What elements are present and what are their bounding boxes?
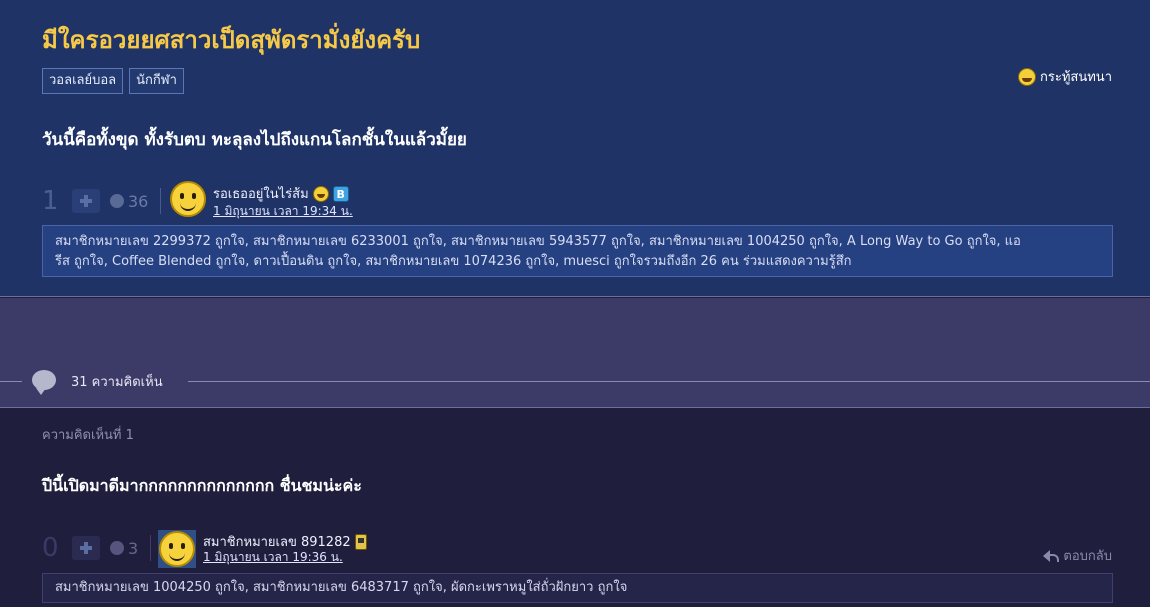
laughing-emoji-icon	[312, 185, 329, 202]
likes-line: รีส ถูกใจ, Coffee Blended ถูกใจ, ดาวเปื้…	[55, 254, 852, 269]
likes-line: สมาชิกหมายเลข 1004250 ถูกใจ, สมาชิกหมายเ…	[55, 580, 628, 595]
reply-label: ตอบกลับ	[1063, 549, 1112, 564]
vote-count: 1	[42, 186, 59, 216]
reaction-count[interactable]: 36	[110, 192, 148, 211]
speech-bubble-icon	[32, 370, 56, 395]
reaction-number: 3	[128, 538, 139, 558]
reply-arrow-icon	[1043, 549, 1060, 562]
reply-button[interactable]: ตอบกลับ	[1043, 545, 1112, 566]
likes-line: สมาชิกหมายเลข 2299372 ถูกใจ, สมาชิกหมายเ…	[55, 234, 1021, 249]
topic-author: รอเธออยู่ในไร่ส้ม B	[213, 183, 349, 204]
laughing-emoji-icon	[1018, 67, 1037, 86]
emotion-icon	[110, 194, 124, 208]
comments-count-bar: 31 ความคิดเห็น	[0, 370, 1150, 395]
divider	[150, 535, 152, 561]
topic-type: กระทู้สนทนา	[1018, 66, 1112, 87]
author-name[interactable]: รอเธออยู่ในไร่ส้ม	[213, 183, 309, 204]
post-date[interactable]: 1 มิถุนายน เวลา 19:34 น.	[213, 202, 353, 221]
topic-body: วันนี้คือทั้งขุด ทั้งรับตบ ทะลุลงไปถึงแก…	[42, 130, 467, 150]
avatar[interactable]	[159, 531, 195, 567]
comment-number: ความคิดเห็นที่ 1	[42, 428, 134, 443]
comments-count: 31 ความคิดเห็น	[71, 375, 163, 390]
vote-count: 0	[42, 533, 59, 563]
emotion-icon	[110, 541, 124, 555]
blog-badge-icon[interactable]: B	[332, 185, 349, 202]
divider	[188, 381, 1150, 382]
reaction-number: 36	[128, 191, 149, 211]
comment-vote: 0 3	[42, 533, 152, 563]
plus-vote-button[interactable]	[72, 189, 100, 213]
comment-likes-list: สมาชิกหมายเลข 1004250 ถูกใจ, สมาชิกหมายเ…	[42, 573, 1113, 603]
topic-panel: มีใครอวยยศสาวเป็ดสุพัดรามั่งยังครับ วอลเ…	[0, 0, 1150, 297]
comment-text: ปีนี้เปิดมาดีมากกกกกกกกกกกกกก ชื่นชมน่ะค…	[42, 476, 362, 495]
avatar[interactable]	[170, 181, 206, 217]
topic-type-label: กระทู้สนทนา	[1040, 70, 1112, 85]
mobile-badge-icon	[354, 533, 367, 550]
tag-volleyball[interactable]: วอลเลย์บอล	[42, 68, 124, 94]
topic-title: มีใครอวยยศสาวเป็ดสุพัดรามั่งยังครับ	[42, 26, 421, 54]
tag-athlete[interactable]: นักกีฬา	[129, 68, 184, 94]
plus-vote-button[interactable]	[72, 536, 100, 560]
topic-vote: 1 36	[42, 186, 162, 216]
divider	[160, 188, 162, 214]
topic-tags: วอลเลย์บอล นักกีฬา	[42, 68, 184, 94]
reaction-count[interactable]: 3	[110, 539, 138, 558]
divider	[0, 381, 22, 382]
likes-list: สมาชิกหมายเลข 2299372 ถูกใจ, สมาชิกหมายเ…	[42, 225, 1113, 277]
comment-date[interactable]: 1 มิถุนายน เวลา 19:36 น.	[203, 548, 343, 567]
